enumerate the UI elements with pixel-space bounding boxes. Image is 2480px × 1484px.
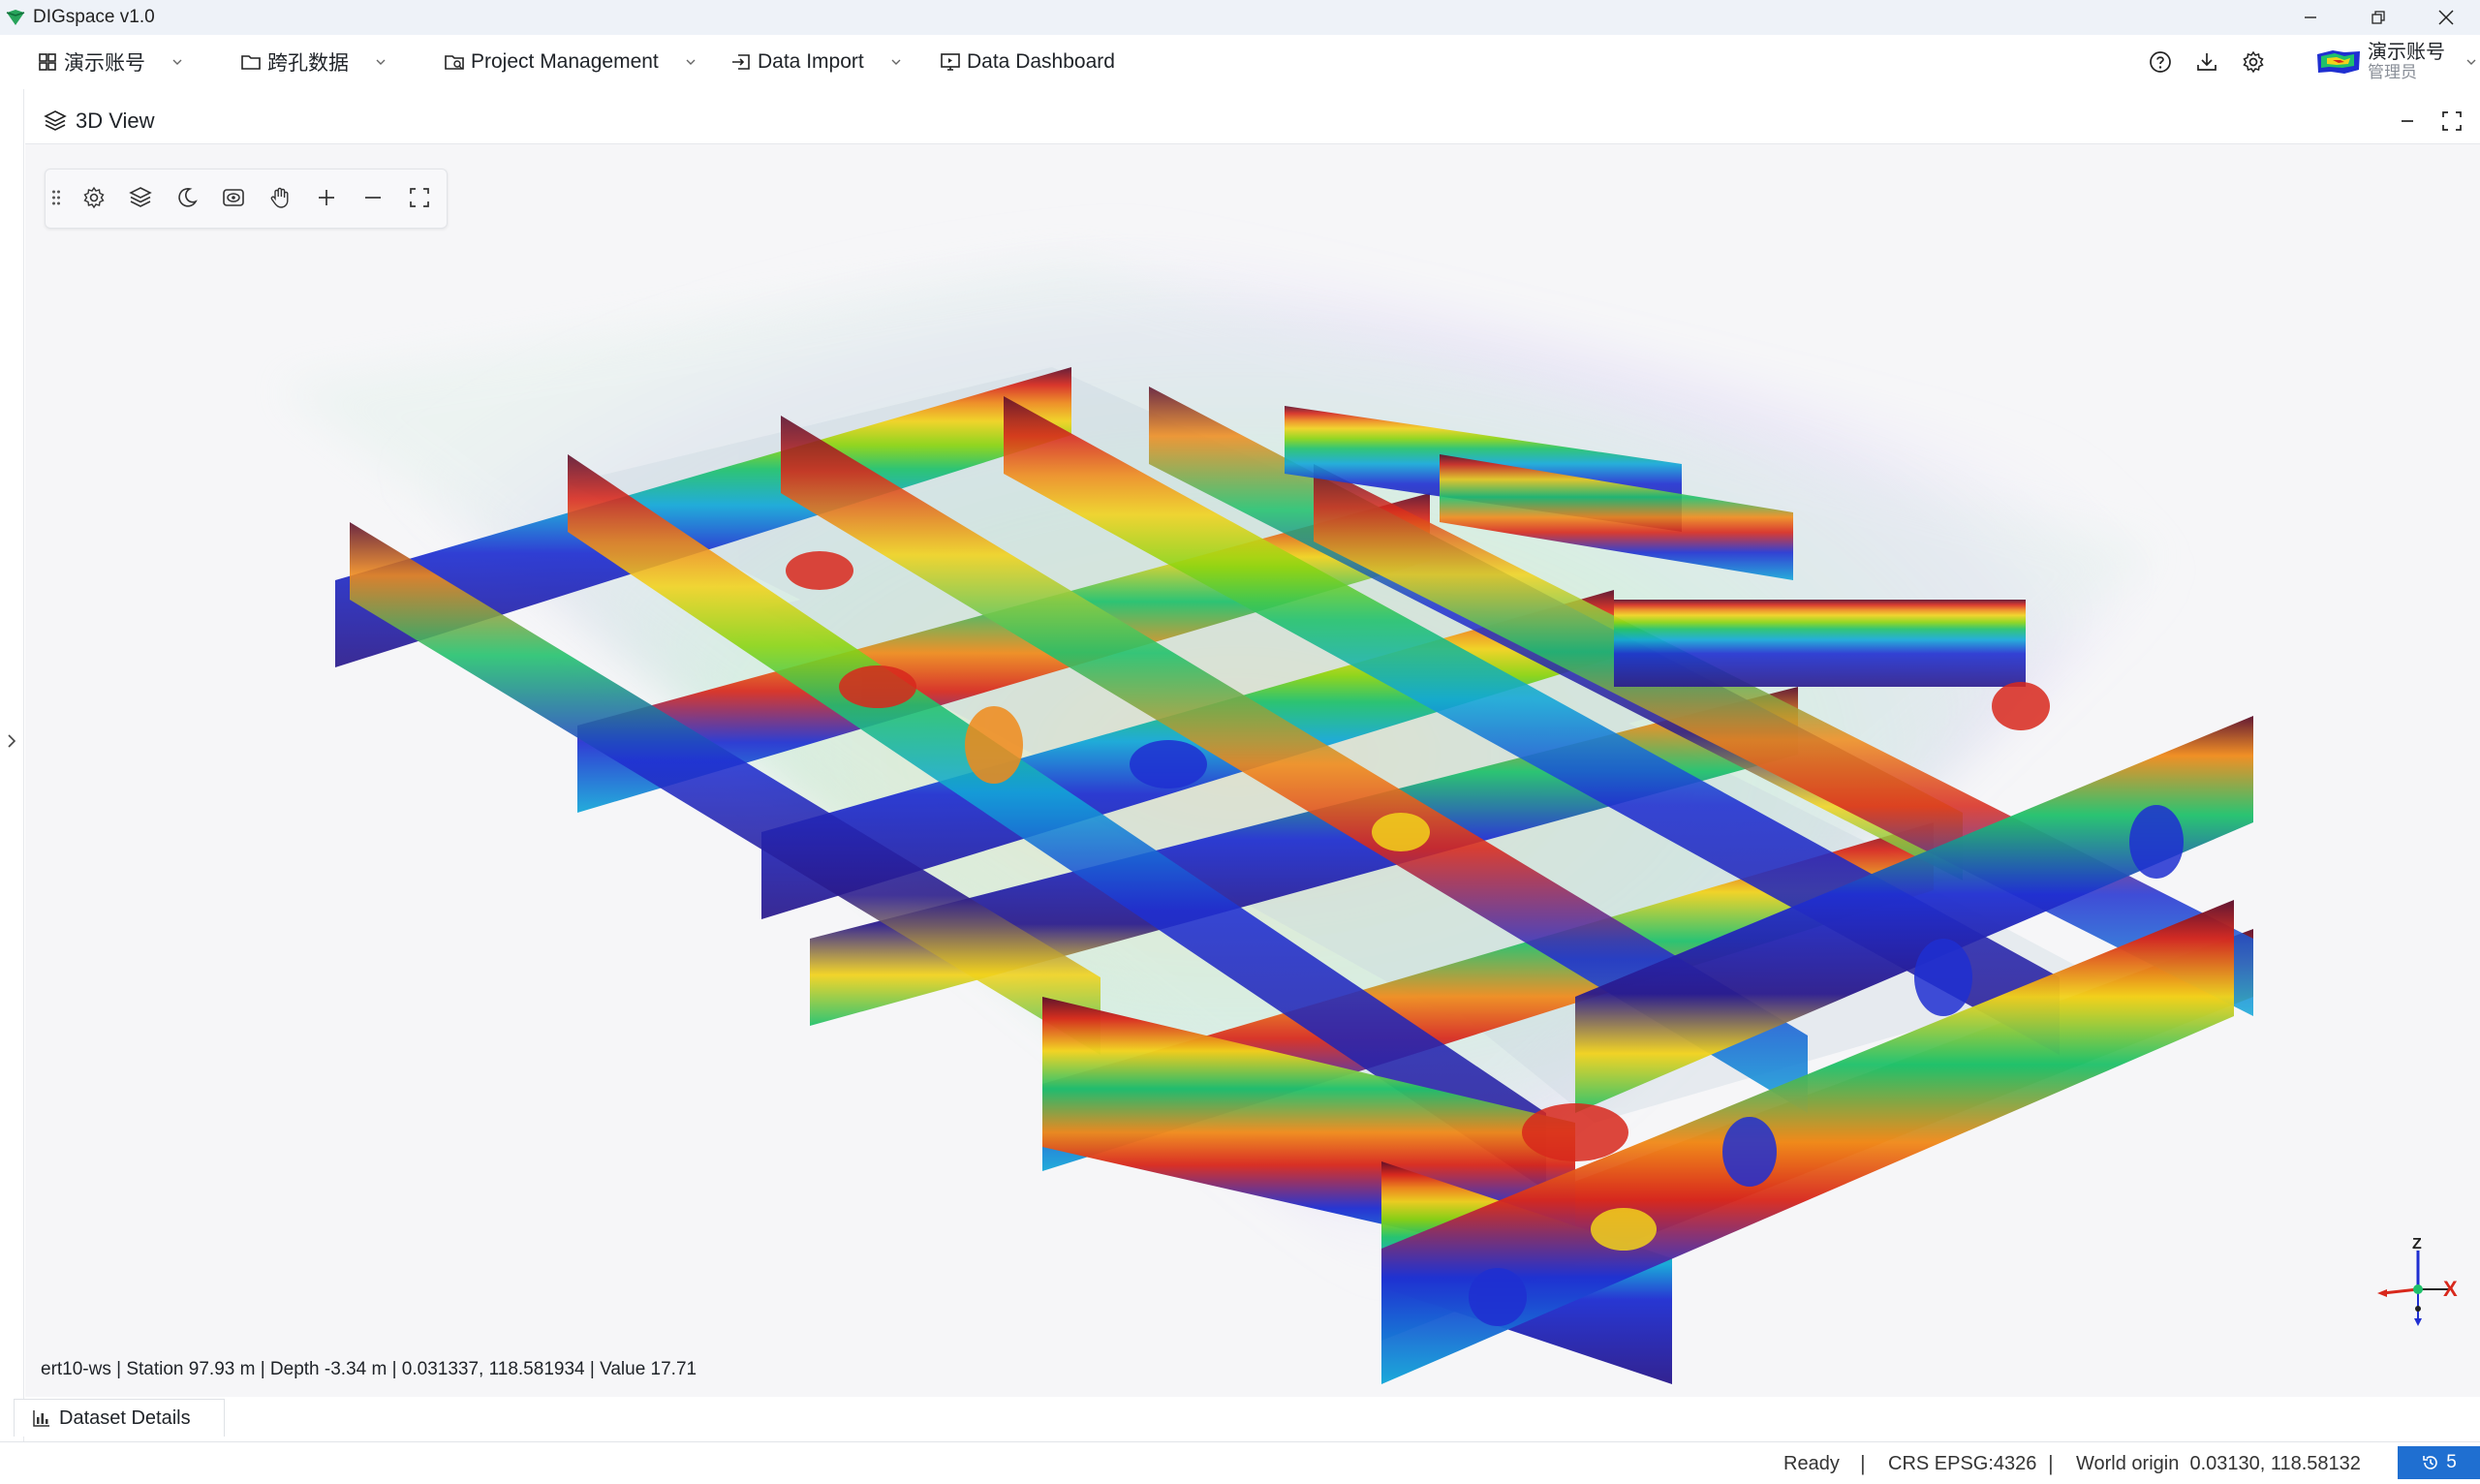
gear-icon (2243, 50, 2264, 74)
chevron-down-icon (686, 59, 696, 65)
drag-handle-icon (52, 190, 60, 205)
app-logo-icon (6, 10, 25, 25)
settings-button[interactable] (2230, 49, 2277, 75)
download-icon (2197, 53, 2216, 71)
import-icon (732, 54, 750, 70)
3d-scene[interactable]: Z X (25, 144, 2480, 1397)
3d-viewport[interactable]: Z X ert10-ws | Station 97.93 m | Depth -… (25, 144, 2480, 1397)
toolbar-camera-button[interactable] (218, 182, 249, 213)
avatar (2317, 50, 2360, 74)
toolbar-fullscreen-button[interactable] (404, 182, 435, 213)
dataset-details-tab[interactable]: Dataset Details (14, 1399, 225, 1437)
menu-bar: 演示账号 跨孔数据 Project Management Data Import… (0, 35, 2480, 89)
toolbar-drag-handle[interactable] (47, 182, 65, 213)
app-title: DIGspace v1.0 (33, 7, 155, 27)
menu-account-label: 演示账号 (64, 52, 145, 75)
help-icon (2150, 51, 2171, 73)
hand-pan-icon (270, 187, 289, 208)
sidebar-collapsed-strip (0, 89, 24, 1443)
settings-icon (83, 186, 105, 209)
chevron-right-icon (8, 734, 16, 748)
chevron-down-icon (376, 59, 386, 65)
download-button[interactable] (2184, 49, 2230, 75)
menu-dashboard-label: Data Dashboard (967, 50, 1115, 73)
zoom-out-icon (365, 197, 381, 199)
layers-icon (44, 110, 67, 131)
status-world-origin: World origin 0.03130, 118.58132 (2076, 1453, 2361, 1474)
map-toolbar (45, 169, 448, 229)
menu-project-management[interactable]: Project Management (444, 43, 698, 81)
toolbar-settings-button[interactable] (78, 182, 109, 213)
toolbar-theme-button[interactable] (171, 182, 202, 213)
menu-import-label: Data Import (758, 50, 864, 73)
user-role: 管理员 (2368, 63, 2417, 81)
panel-title: 3D View (76, 108, 155, 133)
panel-header: 3D View (25, 99, 2480, 144)
history-icon (2423, 1456, 2437, 1469)
status-bar: Ready | CRS EPSG:4326 | World origin 0.0… (0, 1441, 2480, 1484)
bar-chart-icon (33, 1410, 49, 1427)
user-menu[interactable]: 演示账号 管理员 (2315, 42, 2480, 82)
menu-crosshole-data[interactable]: 跨孔数据 (240, 43, 388, 81)
zoom-in-icon (319, 190, 334, 205)
restore-icon (2372, 11, 2385, 24)
close-window-button[interactable] (2412, 0, 2480, 35)
chevron-down-icon (172, 59, 182, 65)
axis-z-label: Z (2412, 1236, 2422, 1252)
history-badge[interactable]: 5 (2398, 1446, 2480, 1479)
status-crs: CRS EPSG:4326 (1888, 1453, 2037, 1474)
status-ready: Ready (1783, 1453, 1840, 1474)
folder-search-icon (445, 55, 464, 70)
moon-icon (178, 188, 198, 207)
close-icon (2438, 10, 2454, 25)
menu-account[interactable]: 演示账号 (37, 43, 184, 81)
axis-gizmo[interactable]: Z X (2377, 1236, 2458, 1326)
toolbar-pan-button[interactable] (264, 182, 295, 213)
toolbar-zoom-in-button[interactable] (311, 182, 342, 213)
menu-project-label: Project Management (471, 50, 659, 73)
menu-crosshole-label: 跨孔数据 (267, 52, 349, 75)
dataset-details-label: Dataset Details (59, 1407, 191, 1429)
toolbar-zoom-out-button[interactable] (357, 182, 388, 213)
minimize-icon (2305, 16, 2316, 18)
view-panel: 3D View Z X ert10-ws | Station 97.93 m |… (25, 99, 2480, 1397)
minimize-icon (2402, 120, 2413, 122)
cursor-readout: ert10-ws | Station 97.93 m | Depth -3.34… (41, 1359, 698, 1379)
title-bar: DIGspace v1.0 (0, 0, 2480, 35)
chevron-down-icon (2466, 59, 2476, 65)
minimize-panel-button[interactable] (2395, 108, 2424, 134)
menu-data-import[interactable]: Data Import (730, 43, 903, 81)
layers-icon (129, 187, 152, 207)
toolbar-layers-button[interactable] (125, 182, 156, 213)
fullscreen-icon (410, 188, 429, 207)
header-tools: 演示账号 管理员 (2137, 35, 2480, 89)
status-separator: | (1860, 1451, 1866, 1475)
menu-data-dashboard[interactable]: Data Dashboard (940, 43, 1115, 81)
expand-sidebar-button[interactable] (4, 728, 19, 754)
camera-eye-icon (223, 189, 244, 206)
restore-window-button[interactable] (2344, 0, 2412, 35)
fullscreen-icon (2442, 111, 2462, 131)
fullscreen-panel-button[interactable] (2439, 108, 2468, 134)
user-name: 演示账号 (2368, 42, 2445, 63)
chevron-down-icon (891, 59, 901, 65)
help-button[interactable] (2137, 49, 2184, 75)
monitor-icon (941, 53, 960, 71)
axis-x-label: X (2443, 1277, 2458, 1301)
grid-icon (39, 53, 56, 71)
status-separator: | (2048, 1451, 2054, 1475)
minimize-window-button[interactable] (2277, 0, 2344, 35)
history-count: 5 (2446, 1452, 2457, 1472)
folder-icon (241, 55, 261, 70)
